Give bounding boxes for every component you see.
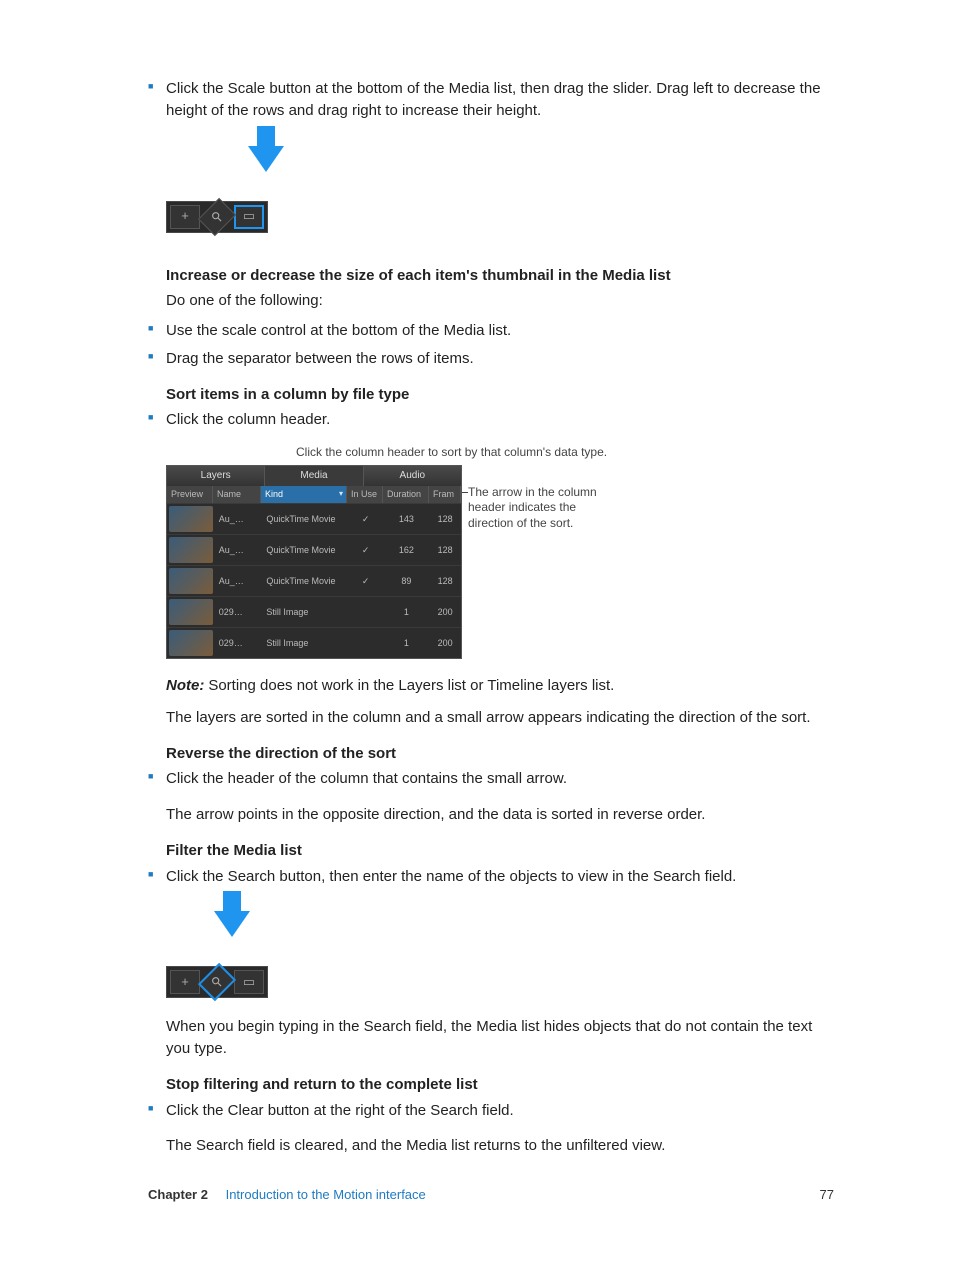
heading-reverse: Reverse the direction of the sort xyxy=(166,743,834,765)
table-row[interactable]: 029…Still Image 1200 xyxy=(167,627,461,658)
cell-frame: 200 xyxy=(429,637,461,650)
heading-filter: Filter the Media list xyxy=(166,840,834,862)
arrow-down-icon xyxy=(248,146,284,172)
bullet-list: Use the scale control at the bottom of t… xyxy=(148,320,834,370)
column-header-kind[interactable]: Kind xyxy=(261,486,347,503)
table-row[interactable]: Au_…QuickTime Movie✓162128 xyxy=(167,534,461,565)
column-header-in-use[interactable]: In Use xyxy=(347,486,383,503)
page-footer: Chapter 2 Introduction to the Motion int… xyxy=(148,1186,834,1205)
column-header-duration[interactable]: Duration xyxy=(383,486,429,503)
search-button[interactable]: ⚲ xyxy=(198,963,236,1001)
cell-frame: 128 xyxy=(429,544,461,557)
scale-button[interactable]: ▭ xyxy=(234,205,264,229)
bullet-list: Click the Search button, then enter the … xyxy=(148,866,834,888)
table-row[interactable]: Au_…QuickTime Movie✓89128 xyxy=(167,565,461,596)
cell-name: 029… xyxy=(215,637,263,650)
tab-audio[interactable]: Audio xyxy=(364,466,461,487)
tab-layers[interactable]: Layers xyxy=(167,466,265,487)
cell-frame: 128 xyxy=(429,575,461,588)
cell-duration: 162 xyxy=(384,544,430,557)
cell-frame: 128 xyxy=(429,513,461,526)
cell-duration: 1 xyxy=(384,606,430,619)
column-header-preview[interactable]: Preview xyxy=(167,486,213,503)
cell-frame: 200 xyxy=(429,606,461,619)
list-item: Click the header of the column that cont… xyxy=(148,768,834,790)
figure-caption-top: Click the column header to sort by that … xyxy=(296,445,834,461)
figure-toolbar-scale: + ⚲ ▭ xyxy=(166,146,268,233)
preview-thumbnail xyxy=(169,630,213,656)
list-item: Drag the separator between the rows of i… xyxy=(148,348,834,370)
cell-inuse: ✓ xyxy=(348,575,384,588)
table-row[interactable]: 029…Still Image 1200 xyxy=(167,596,461,627)
cell-inuse: ✓ xyxy=(348,544,384,557)
cell-inuse: ✓ xyxy=(348,513,384,526)
table-row[interactable]: Au_…QuickTime Movie✓143128 xyxy=(167,503,461,534)
scale-button[interactable]: ▭ xyxy=(234,970,264,994)
cell-kind: Still Image xyxy=(262,606,347,619)
cell-duration: 89 xyxy=(384,575,430,588)
note-text: Sorting does not work in the Layers list… xyxy=(208,677,614,694)
preview-thumbnail xyxy=(169,537,213,563)
cell-kind: QuickTime Movie xyxy=(262,544,347,557)
bullet-list: Click the Clear button at the right of t… xyxy=(148,1100,834,1122)
list-item: Click the Search button, then enter the … xyxy=(148,866,834,888)
preview-thumbnail xyxy=(169,506,213,532)
cell-duration: 143 xyxy=(384,513,430,526)
add-button[interactable]: + xyxy=(170,970,200,994)
cell-kind: QuickTime Movie xyxy=(262,575,347,588)
note-label: Note: xyxy=(166,677,204,694)
heading-thumbnail-size: Increase or decrease the size of each it… xyxy=(166,265,834,287)
cell-name: Au_… xyxy=(215,513,263,526)
bullet-list: Click the header of the column that cont… xyxy=(148,768,834,790)
body-text: The arrow points in the opposite directi… xyxy=(166,804,834,826)
toolbar: + ⚲ ▭ xyxy=(166,966,268,998)
note-block: Note:Sorting does not work in the Layers… xyxy=(166,675,834,697)
list-item: Click the column header. xyxy=(148,409,834,431)
body-text: When you begin typing in the Search fiel… xyxy=(166,1016,834,1060)
toolbar: + ⚲ ▭ xyxy=(166,201,268,233)
footer-chapter-label: Chapter 2 xyxy=(148,1187,208,1202)
body-text: The Search field is cleared, and the Med… xyxy=(166,1135,834,1157)
heading-stop-filter: Stop filtering and return to the complet… xyxy=(166,1074,834,1096)
cell-duration: 1 xyxy=(384,637,430,650)
cell-kind: Still Image xyxy=(262,637,347,650)
preview-thumbnail xyxy=(169,599,213,625)
figure-toolbar-search: + ⚲ ▭ xyxy=(166,911,268,998)
add-button[interactable]: + xyxy=(170,205,200,229)
footer-chapter-name: Introduction to the Motion interface xyxy=(226,1187,426,1202)
tab-media[interactable]: Media xyxy=(265,466,363,487)
cell-name: 029… xyxy=(215,606,263,619)
heading-sort: Sort items in a column by file type xyxy=(166,384,834,406)
list-item: Use the scale control at the bottom of t… xyxy=(148,320,834,342)
preview-thumbnail xyxy=(169,568,213,594)
cell-name: Au_… xyxy=(215,544,263,557)
media-panel: LayersMediaAudio PreviewNameKindIn UseDu… xyxy=(166,465,462,660)
bullet-list: Click the column header. xyxy=(148,409,834,431)
figure-caption-side: The arrow in the column header indicates… xyxy=(468,485,608,532)
body-text: The layers are sorted in the column and … xyxy=(166,707,834,729)
figure-media-list: Click the column header to sort by that … xyxy=(166,445,834,659)
search-button[interactable]: ⚲ xyxy=(198,197,236,235)
bullet-list: Click the Scale button at the bottom of … xyxy=(148,78,834,122)
column-header-fram[interactable]: Fram xyxy=(429,486,461,503)
footer-page-number: 77 xyxy=(820,1186,834,1205)
list-item: Click the Clear button at the right of t… xyxy=(148,1100,834,1122)
cell-name: Au_… xyxy=(215,575,263,588)
list-item: Click the Scale button at the bottom of … xyxy=(148,78,834,122)
column-header-name[interactable]: Name xyxy=(213,486,261,503)
cell-kind: QuickTime Movie xyxy=(262,513,347,526)
arrow-down-icon xyxy=(214,911,250,937)
body-text: Do one of the following: xyxy=(166,290,834,312)
